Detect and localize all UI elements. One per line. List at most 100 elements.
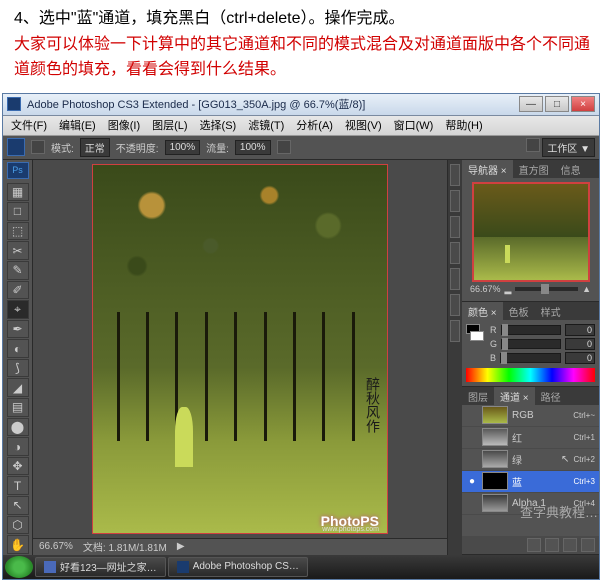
channel-blue[interactable]: ● 蓝 Ctrl+3 bbox=[462, 471, 599, 493]
menu-analysis[interactable]: 分析(A) bbox=[290, 115, 339, 135]
color-spectrum[interactable] bbox=[466, 368, 595, 382]
menu-select[interactable]: 选择(S) bbox=[194, 115, 243, 135]
airbrush-icon[interactable] bbox=[277, 140, 291, 154]
canvas-viewport[interactable]: 醉秋风作 PhotoPS www.photops.com bbox=[33, 160, 447, 538]
tab-navigator[interactable]: 导航器 × bbox=[462, 160, 513, 178]
tab-paths[interactable]: 路径 bbox=[535, 387, 567, 405]
healing-tool[interactable]: ✐ bbox=[7, 281, 29, 300]
channel-shortcut: Ctrl+1 bbox=[573, 433, 595, 442]
type-tool[interactable]: ✥ bbox=[7, 457, 29, 476]
eye-icon[interactable] bbox=[466, 497, 478, 509]
zoom-out-icon[interactable]: ▂ bbox=[505, 284, 512, 295]
channel-alpha1[interactable]: Alpha 1 Ctrl+4 bbox=[462, 493, 599, 515]
b-input[interactable] bbox=[565, 352, 595, 364]
menu-filter[interactable]: 滤镜(T) bbox=[242, 115, 290, 135]
b-label: B bbox=[490, 353, 496, 363]
collapse-btn-6[interactable] bbox=[450, 294, 460, 316]
channel-green[interactable]: 绿 ↖ Ctrl+2 bbox=[462, 449, 599, 471]
path-tool[interactable]: T bbox=[7, 476, 29, 495]
marquee-tool[interactable]: □ bbox=[7, 202, 29, 221]
delete-channel-icon[interactable] bbox=[581, 538, 595, 552]
tab-color[interactable]: 颜色 × bbox=[462, 302, 503, 320]
collapse-btn-3[interactable] bbox=[450, 216, 460, 238]
gradient-tool[interactable]: ◢ bbox=[7, 378, 29, 397]
channel-shortcut: Ctrl+~ bbox=[573, 411, 595, 420]
menu-help[interactable]: 帮助(H) bbox=[439, 115, 488, 135]
eye-icon[interactable] bbox=[466, 431, 478, 443]
hand-tool[interactable]: ⬡ bbox=[7, 516, 29, 535]
menu-window[interactable]: 窗口(W) bbox=[388, 115, 440, 135]
collapse-btn-2[interactable] bbox=[450, 190, 460, 212]
tab-layers[interactable]: 图层 bbox=[462, 387, 494, 405]
eyedropper-tool[interactable]: ✎ bbox=[7, 261, 29, 280]
collapse-btn-5[interactable] bbox=[450, 268, 460, 290]
brush-tool[interactable]: ⌖ bbox=[7, 300, 29, 319]
blur-tool[interactable]: ▤ bbox=[7, 398, 29, 417]
start-button[interactable] bbox=[5, 556, 33, 578]
save-selection-icon[interactable] bbox=[545, 538, 559, 552]
eye-icon[interactable] bbox=[466, 453, 478, 465]
crop-tool[interactable]: ✂ bbox=[7, 241, 29, 260]
ps-logo-icon[interactable] bbox=[7, 138, 25, 156]
menu-file[interactable]: 文件(F) bbox=[5, 115, 53, 135]
nav-zoom-value[interactable]: 66.67% bbox=[470, 284, 501, 294]
eye-icon[interactable] bbox=[466, 409, 478, 421]
g-slider[interactable] bbox=[501, 339, 561, 349]
opacity-value[interactable]: 100% bbox=[165, 140, 201, 155]
stamp-tool[interactable]: ✒ bbox=[7, 320, 29, 339]
menu-view[interactable]: 视图(V) bbox=[339, 115, 388, 135]
window-title: Adobe Photoshop CS3 Extended - [GG013_35… bbox=[27, 96, 519, 112]
zoom-in-icon[interactable]: ▲ bbox=[582, 284, 591, 294]
load-selection-icon[interactable] bbox=[527, 538, 541, 552]
taskbar-item-photoshop[interactable]: Adobe Photoshop CS… bbox=[168, 557, 308, 577]
eraser-tool[interactable]: ⟆ bbox=[7, 359, 29, 378]
flow-value[interactable]: 100% bbox=[235, 140, 271, 155]
channel-rgb[interactable]: RGB Ctrl+~ bbox=[462, 405, 599, 427]
menu-image[interactable]: 图像(I) bbox=[102, 115, 146, 135]
image-canvas: 醉秋风作 PhotoPS www.photops.com bbox=[92, 164, 388, 534]
history-brush-tool[interactable]: ◐ bbox=[7, 339, 29, 358]
tab-info[interactable]: 信息 bbox=[555, 160, 587, 178]
tab-channels[interactable]: 通道 × bbox=[494, 387, 535, 405]
channel-thumb bbox=[482, 494, 508, 512]
channels-list: RGB Ctrl+~ 红 Ctrl+1 bbox=[462, 405, 599, 536]
maximize-button[interactable]: □ bbox=[545, 96, 569, 112]
tab-histogram[interactable]: 直方图 bbox=[513, 160, 555, 178]
new-channel-icon[interactable] bbox=[563, 538, 577, 552]
tool-preset-icon[interactable] bbox=[31, 140, 45, 154]
g-input[interactable] bbox=[565, 338, 595, 350]
shape-tool[interactable]: ↖ bbox=[7, 496, 29, 515]
tab-swatches[interactable]: 色板 bbox=[503, 302, 535, 320]
minimize-button[interactable]: — bbox=[519, 96, 543, 112]
tab-styles[interactable]: 样式 bbox=[535, 302, 567, 320]
menu-edit[interactable]: 编辑(E) bbox=[53, 115, 102, 135]
b-slider[interactable] bbox=[500, 353, 561, 363]
panel-collapse-strip bbox=[448, 160, 462, 555]
background-swatch[interactable] bbox=[470, 331, 484, 341]
collapse-btn-1[interactable] bbox=[450, 164, 460, 186]
channel-shortcut: Ctrl+4 bbox=[573, 499, 595, 508]
navigator-thumbnail[interactable] bbox=[472, 182, 590, 282]
nav-zoom-slider[interactable] bbox=[515, 287, 578, 291]
r-slider[interactable] bbox=[501, 325, 562, 335]
dodge-tool[interactable]: ⬤ bbox=[7, 418, 29, 437]
r-input[interactable] bbox=[565, 324, 595, 336]
lasso-tool[interactable]: ⬚ bbox=[7, 222, 29, 241]
workspace: Ps ▦ □ ⬚ ✂ ✎ ✐ ⌖ ✒ ◐ ⟆ ◢ ▤ ⬤ ◑ ✥ T ↖ ⬡ ✋ bbox=[3, 160, 599, 555]
pen-tool[interactable]: ◑ bbox=[7, 437, 29, 456]
menu-layer[interactable]: 图层(L) bbox=[146, 115, 193, 135]
eye-icon[interactable]: ● bbox=[466, 475, 478, 487]
taskbar-item-browser[interactable]: 好看123—网址之家… bbox=[35, 557, 166, 577]
collapse-btn-4[interactable] bbox=[450, 242, 460, 264]
close-button[interactable]: × bbox=[571, 96, 595, 112]
channel-shortcut: Ctrl+2 bbox=[573, 455, 595, 464]
go-bridge-icon[interactable] bbox=[526, 138, 540, 152]
mode-select[interactable]: 正常 bbox=[80, 138, 110, 157]
workspace-select[interactable]: 工作区 ▼ bbox=[542, 138, 595, 157]
fg-bg-swatch[interactable] bbox=[466, 324, 484, 366]
collapse-btn-7[interactable] bbox=[450, 320, 460, 342]
move-tool[interactable]: ▦ bbox=[7, 183, 29, 202]
channel-red[interactable]: 红 Ctrl+1 bbox=[462, 427, 599, 449]
step-text: 4、选中"蓝"通道，填充黑白（ctrl+delete）。操作完成。 bbox=[14, 6, 590, 32]
zoom-tool[interactable]: ✋ bbox=[7, 535, 29, 554]
